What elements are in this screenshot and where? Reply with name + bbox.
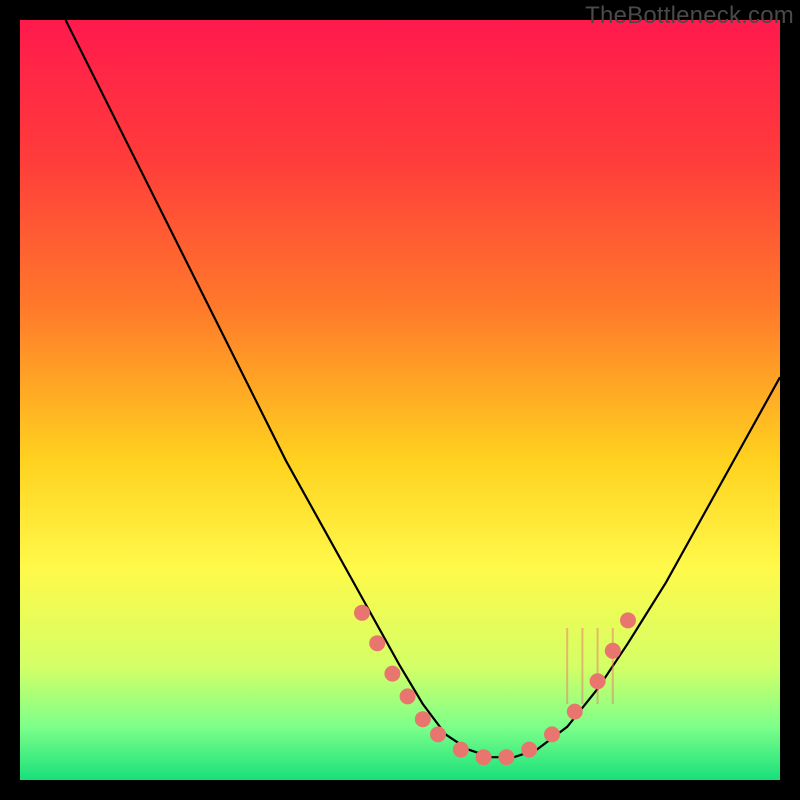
highlight-dot bbox=[521, 742, 537, 758]
highlight-dots bbox=[354, 605, 636, 765]
curve-line bbox=[66, 20, 780, 757]
highlight-dot bbox=[384, 666, 400, 682]
highlight-dot bbox=[400, 688, 416, 704]
highlight-dot bbox=[620, 612, 636, 628]
highlight-dot bbox=[354, 605, 370, 621]
highlight-dot bbox=[369, 635, 385, 651]
highlight-dot bbox=[567, 704, 583, 720]
highlight-dot bbox=[544, 726, 560, 742]
highlight-dot bbox=[430, 726, 446, 742]
watermark-label: TheBottleneck.com bbox=[585, 2, 794, 30]
bottleneck-curve bbox=[20, 20, 780, 780]
highlight-dot bbox=[476, 749, 492, 765]
highlight-dot bbox=[498, 749, 514, 765]
plot-area bbox=[20, 20, 780, 780]
highlight-dot bbox=[415, 711, 431, 727]
chart-frame bbox=[20, 20, 780, 780]
highlight-dot bbox=[453, 742, 469, 758]
